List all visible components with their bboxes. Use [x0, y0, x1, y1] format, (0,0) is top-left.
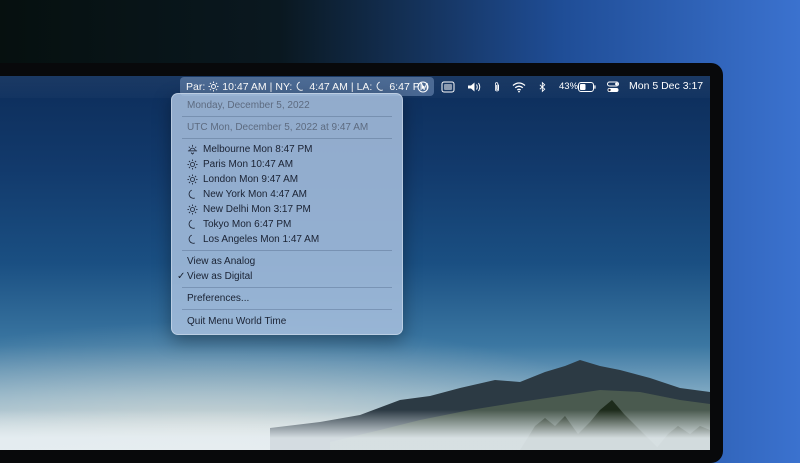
- city-label: Tokyo Mon 6:47 PM: [203, 219, 292, 230]
- window-icon[interactable]: [441, 80, 455, 94]
- paperclip-icon[interactable]: [492, 80, 502, 94]
- new-york-label: NY:: [275, 80, 293, 93]
- view-as-analog-item[interactable]: View as Analog: [172, 254, 402, 269]
- moon-icon: [296, 81, 304, 91]
- new-york-time: 4:47 AM: [309, 80, 348, 93]
- bluetooth-icon[interactable]: [538, 80, 546, 94]
- city-london[interactable]: London Mon 9:47 AM: [172, 172, 402, 187]
- sun-icon: [187, 159, 198, 170]
- city-new-delhi[interactable]: New Delhi Mon 3:17 PM: [172, 202, 402, 217]
- city-new-york[interactable]: New York Mon 4:47 AM: [172, 187, 402, 202]
- battery-icon[interactable]: [578, 80, 596, 94]
- moon-icon: [188, 189, 195, 199]
- moon-icon: [188, 234, 195, 244]
- preferences-item[interactable]: Preferences...: [172, 291, 402, 306]
- moon-icon: [188, 219, 195, 229]
- wifi-icon[interactable]: [512, 80, 526, 94]
- menu-item-label: View as Analog: [187, 256, 256, 267]
- sun-icon: [187, 204, 198, 215]
- paris-label: Par:: [186, 80, 206, 93]
- battery-percentage: 43%: [559, 81, 579, 92]
- utc-date: UTC Mon, December 5, 2022 at 9:47 AM: [187, 122, 369, 133]
- menubar-clock[interactable]: Mon 5 Dec 3:17: [629, 80, 703, 92]
- control-center-icon[interactable]: [607, 80, 619, 94]
- sunset-icon: [187, 144, 198, 155]
- local-date: Monday, December 5, 2022: [187, 100, 310, 111]
- sun-icon: [187, 174, 198, 185]
- separator: |: [269, 80, 273, 93]
- city-label: Los Angeles Mon 1:47 AM: [203, 234, 320, 245]
- city-label: Melbourne Mon 8:47 PM: [203, 144, 313, 155]
- view-as-digital-item[interactable]: ✓ View as Digital: [172, 269, 402, 284]
- volume-icon[interactable]: [467, 80, 483, 94]
- city-label: Paris Mon 10:47 AM: [203, 159, 294, 170]
- moon-icon: [376, 81, 384, 91]
- city-melbourne[interactable]: Melbourne Mon 8:47 PM: [172, 142, 402, 157]
- menu-item-label: Quit Menu World Time: [187, 316, 287, 327]
- menu-separator: [182, 250, 392, 251]
- menu-separator: [182, 309, 392, 310]
- city-label: New Delhi Mon 3:17 PM: [203, 204, 311, 215]
- menu-item-label: View as Digital: [187, 271, 253, 282]
- menu-item-label: Preferences...: [187, 293, 250, 304]
- city-label: London Mon 9:47 AM: [203, 174, 299, 185]
- city-paris[interactable]: Paris Mon 10:47 AM: [172, 157, 402, 172]
- city-tokyo[interactable]: Tokyo Mon 6:47 PM: [172, 217, 402, 232]
- world-time-dropdown: Monday, December 5, 2022 UTC Mon, Decemb…: [171, 93, 403, 335]
- quit-item[interactable]: Quit Menu World Time: [172, 314, 402, 329]
- los-angeles-label: LA:: [356, 80, 373, 93]
- separator: |: [350, 80, 354, 93]
- menu-separator: [182, 287, 392, 288]
- menu-separator: [182, 116, 392, 117]
- fog-layer: [0, 410, 710, 450]
- city-label: New York Mon 4:47 AM: [203, 189, 307, 200]
- city-los-angeles[interactable]: Los Angeles Mon 1:47 AM: [172, 232, 402, 247]
- play-icon[interactable]: [417, 80, 429, 94]
- paris-time: 10:47 AM: [222, 80, 267, 93]
- menu-separator: [182, 138, 392, 139]
- checkmark-icon: ✓: [177, 271, 186, 282]
- sun-icon: [208, 81, 219, 92]
